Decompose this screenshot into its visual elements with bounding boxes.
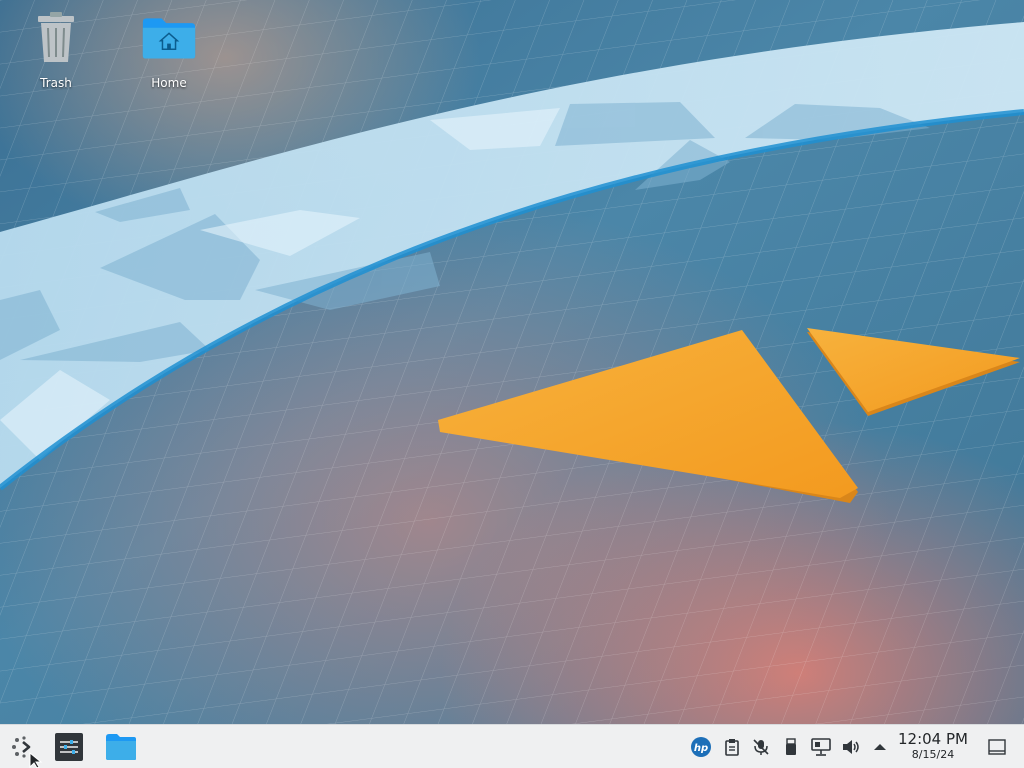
volume-icon — [843, 740, 859, 754]
home-folder-icon — [141, 10, 197, 66]
digital-clock[interactable]: 12:04 PM 8/15/24 — [893, 730, 973, 764]
file-manager-icon — [106, 734, 136, 760]
mouse-cursor — [29, 752, 43, 768]
desktop-icon-label: Trash — [40, 76, 72, 90]
task-file-manager[interactable] — [105, 731, 137, 763]
tray-microphone[interactable] — [750, 736, 772, 758]
taskbar-panel: hp 12:04 PM 8/15/24 — [0, 724, 1024, 768]
tray-clipboard[interactable] — [721, 736, 743, 758]
desktop-icon-trash[interactable]: Trash — [11, 10, 101, 96]
desktop-icon-home[interactable]: Home — [124, 10, 214, 96]
network-wired-icon — [811, 738, 831, 756]
tray-hp-device-manager[interactable]: hp — [690, 736, 712, 758]
task-system-settings[interactable] — [53, 731, 85, 763]
tray-expand-button[interactable] — [869, 736, 891, 758]
clock-time: 12:04 PM — [898, 730, 968, 748]
expand-tray-arrow-icon — [874, 744, 886, 750]
show-desktop-icon — [988, 739, 1006, 755]
usb-device-icon — [786, 738, 796, 755]
system-settings-icon — [55, 733, 83, 761]
tray-usb-device[interactable] — [780, 736, 802, 758]
microphone-muted-icon — [753, 739, 769, 755]
clock-date: 8/15/24 — [911, 748, 955, 761]
trash-icon — [28, 10, 84, 66]
tray-volume[interactable] — [840, 736, 862, 758]
tray-network[interactable] — [810, 736, 832, 758]
desktop-screen: Trash Home hp 12:04 PM 8/15/24 — [0, 0, 1024, 768]
desktop-icon-label: Home — [151, 76, 187, 90]
hp-device-manager-icon: hp — [691, 737, 711, 757]
show-desktop-button[interactable] — [985, 736, 1009, 758]
wallpaper — [0, 0, 1024, 724]
clipboard-icon — [725, 739, 739, 756]
svg-text:hp: hp — [694, 743, 708, 754]
